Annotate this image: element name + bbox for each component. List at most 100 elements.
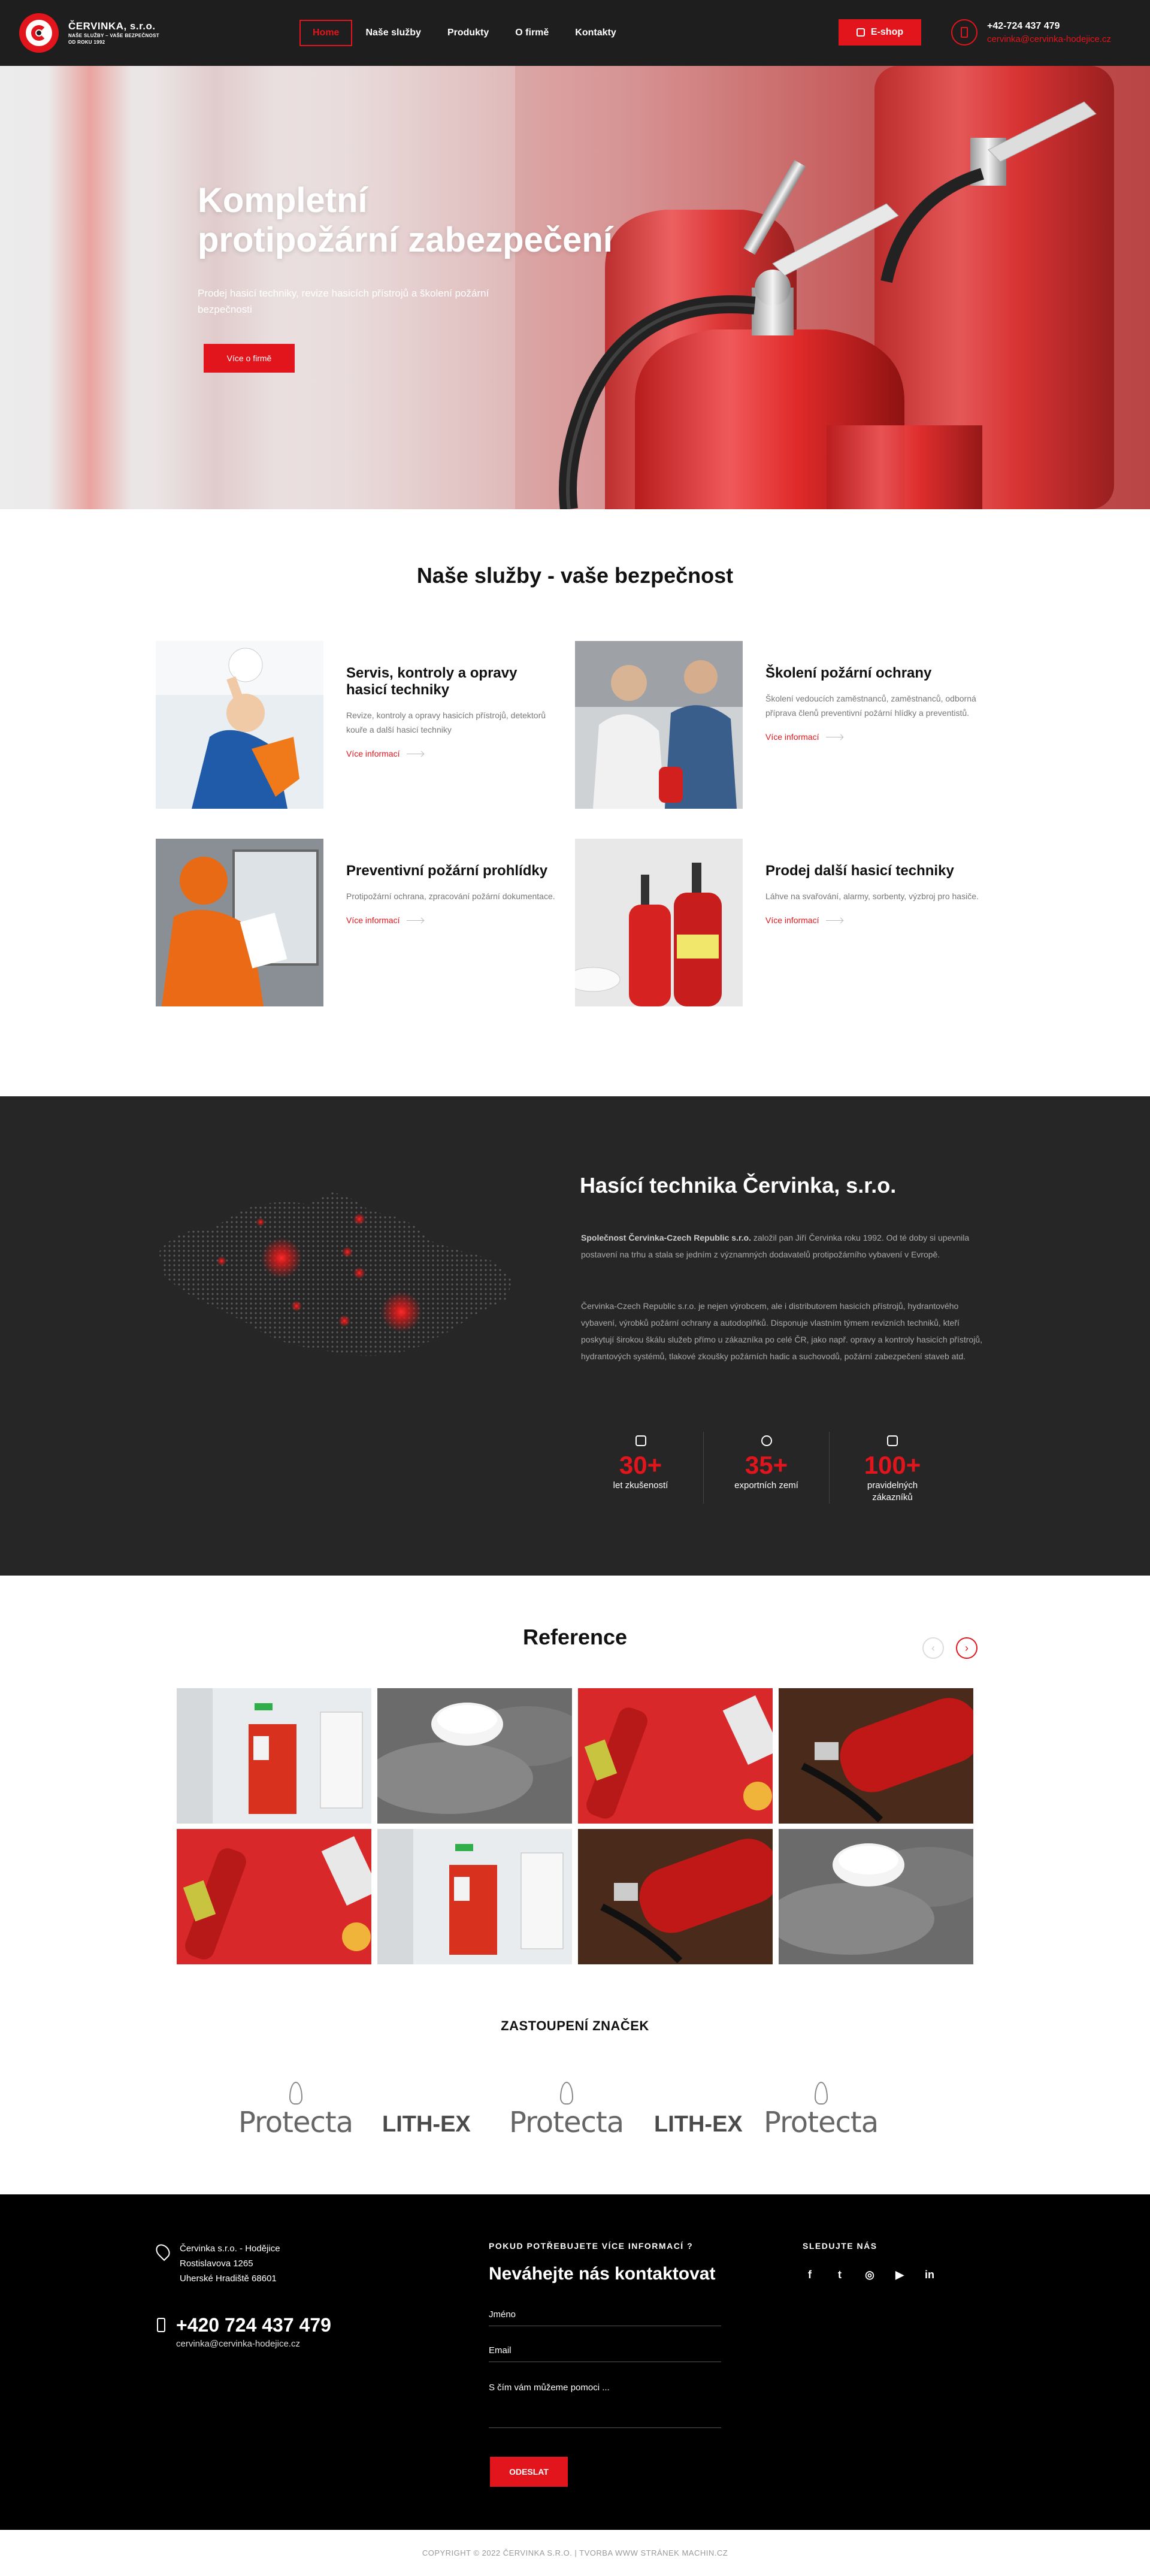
flame-icon xyxy=(814,2082,828,2105)
reference-image[interactable] xyxy=(177,1829,371,1964)
service-text: Protipožární ochrana, zpracování požární… xyxy=(346,891,555,901)
reference-image[interactable] xyxy=(177,1688,371,1824)
twitter-icon[interactable]: t xyxy=(833,2269,847,2281)
about-paragraph-2: Červinka-Czech Republic s.r.o. je nejen … xyxy=(581,1301,982,1361)
footer-address: Červinka s.r.o. - Hodějice Rostislavova … xyxy=(153,2241,280,2286)
logo-name: ČERVINKA, s.r.o. xyxy=(68,20,156,32)
flame-icon xyxy=(289,2082,302,2105)
footer-phone[interactable]: +420 724 437 479 xyxy=(176,2314,331,2336)
stats: 30+ let zkušeností 35+ exportních zemí 1… xyxy=(578,1432,955,1504)
service-card: Prodej další hasicí techniky Láhve na sv… xyxy=(575,839,982,1006)
about-title: Hasící technika Červinka, s.r.o. xyxy=(580,1173,897,1198)
stat-experience: 30+ let zkušeností xyxy=(578,1432,704,1504)
about-company-button[interactable]: Více o firmě xyxy=(204,344,295,373)
name-field[interactable]: Jméno xyxy=(489,2309,721,2326)
social-title: SLEDUJTE NÁS xyxy=(803,2241,877,2251)
arrow-right-icon xyxy=(826,920,843,921)
brand-logo-protecta: Protecta xyxy=(764,2082,879,2139)
facebook-icon[interactable]: f xyxy=(803,2269,817,2281)
shield-icon xyxy=(635,1435,646,1446)
fire-extinguisher-image xyxy=(515,66,1150,509)
flame-icon xyxy=(559,2082,573,2105)
service-title: Preventivní požární prohlídky xyxy=(346,863,548,879)
social-links: f t ◎ ▶ in xyxy=(803,2269,937,2281)
phone-icon xyxy=(951,19,978,46)
logo-mark-icon xyxy=(19,13,62,53)
logo[interactable]: ČERVINKA, s.r.o. NAŠE SLUŽBY – VAŠE BEZP… xyxy=(19,13,159,53)
more-info-link[interactable]: Více informací xyxy=(765,915,981,925)
more-info-link[interactable]: Více informací xyxy=(765,732,981,742)
header-email[interactable]: cervinka@cervinka-hodejice.cz xyxy=(987,34,1111,44)
services-title: Naše služby - vaše bezpečnost xyxy=(416,563,734,588)
reference-image[interactable] xyxy=(377,1829,572,1964)
service-photo xyxy=(156,641,323,809)
service-photo xyxy=(575,641,743,809)
footer: Červinka s.r.o. - Hodějice Rostislavova … xyxy=(0,2194,1150,2530)
brand-logo-protecta: Protecta xyxy=(238,2082,353,2139)
logo-tagline: NAŠE SLUŽBY – VAŠE BEZPEČNOST xyxy=(68,33,159,38)
brand-logo-lithex: LITH-EX xyxy=(382,2112,471,2137)
service-title: Školení požární ochrany xyxy=(765,665,932,681)
reference-image[interactable] xyxy=(578,1829,773,1964)
hero: Kompletní protipožární zabezpečení Prodej… xyxy=(0,66,1150,509)
service-photo xyxy=(575,839,743,1006)
nav-about[interactable]: O firmě xyxy=(502,20,562,46)
service-title: Servis, kontroly a opravy hasicí technik… xyxy=(346,665,518,698)
more-info-link[interactable]: Více informací xyxy=(346,749,562,758)
message-field[interactable]: S čím vám můžeme pomoci ... xyxy=(489,2383,721,2428)
service-text: Láhve na svařování, alarmy, sorbenty, vý… xyxy=(765,891,979,901)
service-text: Školení vedoucích zaměstnanců, zaměstnan… xyxy=(765,694,976,718)
footer-phone-block: +420 724 437 479 cervinka@cervinka-hodej… xyxy=(157,2314,331,2349)
chevron-left-icon[interactable]: ‹ xyxy=(922,1637,944,1659)
reference-title: Reference xyxy=(522,1625,628,1649)
nav-home[interactable]: Home xyxy=(299,20,353,46)
stat-customers: 100+ pravidelných zákazníků xyxy=(830,1432,955,1504)
header-phone[interactable]: +42-724 437 479 xyxy=(987,21,1111,32)
hero-title: Kompletní protipožární zabezpečení xyxy=(198,181,613,259)
contact-title: Neváhejte nás kontaktovat xyxy=(489,2264,716,2284)
reference-image[interactable] xyxy=(377,1688,572,1824)
service-card: Servis, kontroly a opravy hasicí technik… xyxy=(156,641,563,809)
contact-subtitle: POKUD POTŘEBUJETE VÍCE INFORMACÍ ? xyxy=(489,2241,694,2251)
mobile-phone-icon xyxy=(157,2318,165,2332)
about-section: Hasící technika Červinka, s.r.o. Společn… xyxy=(0,1096,1150,1576)
brand-logo-protecta: Protecta xyxy=(509,2082,624,2139)
service-title: Prodej další hasicí techniky xyxy=(765,863,954,879)
nav-contacts[interactable]: Kontakty xyxy=(562,20,629,46)
chevron-right-icon[interactable]: › xyxy=(956,1637,978,1659)
footer-email[interactable]: cervinka@cervinka-hodejice.cz xyxy=(176,2339,331,2349)
service-card: Školení požární ochrany Školení vedoucíc… xyxy=(575,641,982,809)
globe-icon xyxy=(761,1435,772,1446)
nav-products[interactable]: Produkty xyxy=(434,20,502,46)
carousel-controls: ‹ › xyxy=(922,1637,978,1659)
site-header: ČERVINKA, s.r.o. NAŠE SLUŽBY – VAŠE BEZP… xyxy=(0,0,1150,66)
location-pin-icon xyxy=(153,2241,173,2261)
brands-title: ZASTOUPENÍ ZNAČEK xyxy=(501,2018,649,2033)
linkedin-icon[interactable]: in xyxy=(922,2269,937,2281)
main-nav: Home Naše služby Produkty O firmě Kontak… xyxy=(299,20,630,46)
reference-image[interactable] xyxy=(779,1829,973,1964)
more-info-link[interactable]: Více informací xyxy=(346,915,562,925)
header-contact: +42-724 437 479 cervinka@cervinka-hodeji… xyxy=(951,19,1111,46)
crown-icon xyxy=(887,1435,898,1446)
czech-map-illustration xyxy=(159,1192,512,1356)
brand-logo-lithex: LITH-EX xyxy=(654,2112,743,2137)
send-button[interactable]: ODESLAT xyxy=(490,2457,568,2487)
service-card: Preventivní požární prohlídky Protipožár… xyxy=(156,839,563,1006)
eshop-button[interactable]: E-shop xyxy=(839,19,921,46)
reference-image[interactable] xyxy=(779,1688,973,1824)
about-paragraph-1: Společnost Červinka-Czech Republic s.r.o… xyxy=(581,1233,970,1259)
youtube-icon[interactable]: ▶ xyxy=(892,2269,907,2281)
copyright: COPYRIGHT © 2022 ČERVINKA S.R.O. | TVORB… xyxy=(0,2530,1150,2576)
instagram-icon[interactable]: ◎ xyxy=(862,2269,877,2281)
service-text: Revize, kontroly a opravy hasicích příst… xyxy=(346,710,546,734)
hero-subtitle: Prodej hasicí techniky, revize hasicích … xyxy=(198,288,489,315)
logo-tagline-year: OD ROKU 1992 xyxy=(68,40,105,45)
reference-image[interactable] xyxy=(578,1688,773,1824)
email-field[interactable]: Email xyxy=(489,2345,721,2362)
cart-icon xyxy=(856,28,865,37)
nav-services[interactable]: Naše služby xyxy=(352,20,434,46)
service-photo xyxy=(156,839,323,1006)
stat-countries: 35+ exportních zemí xyxy=(704,1432,830,1504)
arrow-right-icon xyxy=(407,920,424,921)
